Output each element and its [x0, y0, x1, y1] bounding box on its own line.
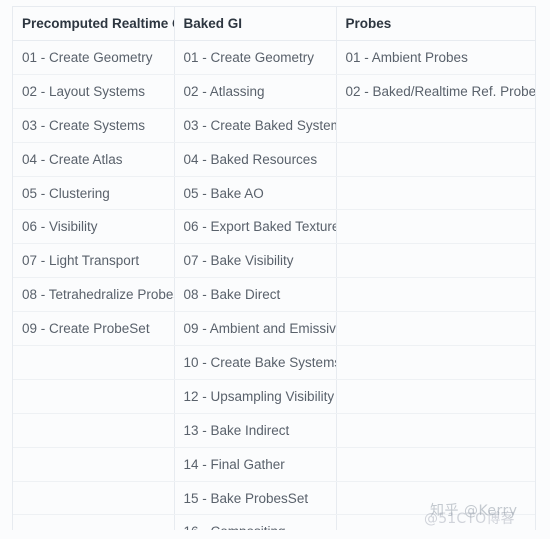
- table-cell-probes: [336, 345, 535, 380]
- table-cell-probes: [336, 243, 535, 279]
- table-cell-precomputed-realtime-gi: 04 - Create Atlas: [13, 142, 175, 177]
- column-header-precomputed-realtime-gi: Precomputed Realtime GI: [13, 7, 175, 41]
- table-row: 09 - Create ProbeSet 09 - Ambient and Emi…: [13, 311, 535, 347]
- table-cell-precomputed-realtime-gi: 05 - Clustering: [13, 176, 175, 211]
- table-cell-precomputed-realtime-gi: [13, 481, 175, 516]
- table-row: 10 - Create Bake Systems: [13, 345, 535, 380]
- table-cell-precomputed-realtime-gi: [13, 413, 175, 448]
- gi-pipeline-table: Precomputed Realtime GI Baked GI Probes …: [13, 7, 535, 530]
- table-cell-baked-gi: 06 - Export Baked Texture: [174, 209, 337, 245]
- table-cell-precomputed-realtime-gi: 08 - Tetrahedralize Probes: [13, 277, 175, 313]
- table-cell-baked-gi: 09 - Ambient and Emissive: [174, 311, 337, 347]
- table-cell-baked-gi: 13 - Bake Indirect: [174, 413, 337, 448]
- table-cell-precomputed-realtime-gi: 03 - Create Systems: [13, 108, 175, 143]
- table-cell-probes: [336, 481, 535, 516]
- table-cell-probes: [336, 142, 535, 177]
- table-row: 02 - Layout Systems 02 - Atlassing 02 - Ba…: [13, 74, 535, 109]
- column-header-baked-gi: Baked GI: [174, 7, 337, 41]
- table-cell-baked-gi: 08 - Bake Direct: [174, 277, 337, 313]
- table-cell-probes: [336, 209, 535, 245]
- table-row: 12 - Upsampling Visibility: [13, 379, 535, 414]
- table-cell-probes: [336, 311, 535, 347]
- table-cell-precomputed-realtime-gi: [13, 345, 175, 380]
- gi-pipeline-table-container: Precomputed Realtime GI Baked GI Probes …: [12, 6, 536, 530]
- table-cell-probes: 02 - Baked/Realtime Ref. Probes: [336, 74, 535, 109]
- table-cell-precomputed-realtime-gi: 09 - Create ProbeSet: [13, 311, 175, 347]
- table-cell-baked-gi: 04 - Baked Resources: [174, 142, 337, 177]
- table-header-row: Precomputed Realtime GI Baked GI Probes: [13, 7, 535, 41]
- table-cell-probes: [336, 447, 535, 482]
- table-cell-baked-gi: 07 - Bake Visibility: [174, 243, 337, 279]
- table-row: 03 - Create Systems 03 - Create Baked Sys…: [13, 108, 535, 143]
- table-cell-baked-gi: 02 - Atlassing: [174, 74, 337, 109]
- table-cell-baked-gi: 03 - Create Baked Systems: [174, 108, 337, 143]
- table-cell-probes: 01 - Ambient Probes: [336, 40, 535, 75]
- table-cell-baked-gi: 16 - Compositing: [174, 514, 337, 530]
- table-cell-precomputed-realtime-gi: [13, 514, 175, 530]
- column-header-probes: Probes: [336, 7, 535, 41]
- table-cell-probes: [336, 514, 535, 530]
- table-row: 08 - Tetrahedralize Probes 08 - Bake Dire…: [13, 277, 535, 313]
- table-row: 01 - Create Geometry 01 - Create Geometry…: [13, 40, 535, 75]
- table-cell-baked-gi: 14 - Final Gather: [174, 447, 337, 482]
- table-cell-probes: [336, 277, 535, 313]
- table-row: 13 - Bake Indirect: [13, 413, 535, 448]
- table-header: Precomputed Realtime GI Baked GI Probes: [13, 7, 535, 41]
- table-cell-probes: [336, 176, 535, 211]
- table-cell-precomputed-realtime-gi: [13, 447, 175, 482]
- table-cell-baked-gi: 05 - Bake AO: [174, 176, 337, 211]
- table-cell-baked-gi: 01 - Create Geometry: [174, 40, 337, 75]
- table-row: 07 - Light Transport 07 - Bake Visibility: [13, 243, 535, 279]
- table-cell-precomputed-realtime-gi: [13, 379, 175, 414]
- table-cell-probes: [336, 413, 535, 448]
- table-cell-baked-gi: 10 - Create Bake Systems: [174, 345, 337, 380]
- table-row: 04 - Create Atlas 04 - Baked Resources: [13, 142, 535, 177]
- table-body: 01 - Create Geometry 01 - Create Geometry…: [13, 40, 535, 530]
- table-row: 15 - Bake ProbesSet: [13, 481, 535, 516]
- table-cell-precomputed-realtime-gi: 02 - Layout Systems: [13, 74, 175, 109]
- table-cell-probes: [336, 108, 535, 143]
- table-cell-precomputed-realtime-gi: 06 - Visibility: [13, 209, 175, 245]
- table-cell-precomputed-realtime-gi: 01 - Create Geometry: [13, 40, 175, 75]
- table-row: 06 - Visibility 06 - Export Baked Texture: [13, 209, 535, 245]
- table-row: 14 - Final Gather: [13, 447, 535, 482]
- table-cell-baked-gi: 15 - Bake ProbesSet: [174, 481, 337, 516]
- table-cell-precomputed-realtime-gi: 07 - Light Transport: [13, 243, 175, 279]
- table-cell-probes: [336, 379, 535, 414]
- table-cell-baked-gi: 12 - Upsampling Visibility: [174, 379, 337, 414]
- table-row: 16 - Compositing: [13, 514, 535, 530]
- table-row: 05 - Clustering 05 - Bake AO: [13, 176, 535, 211]
